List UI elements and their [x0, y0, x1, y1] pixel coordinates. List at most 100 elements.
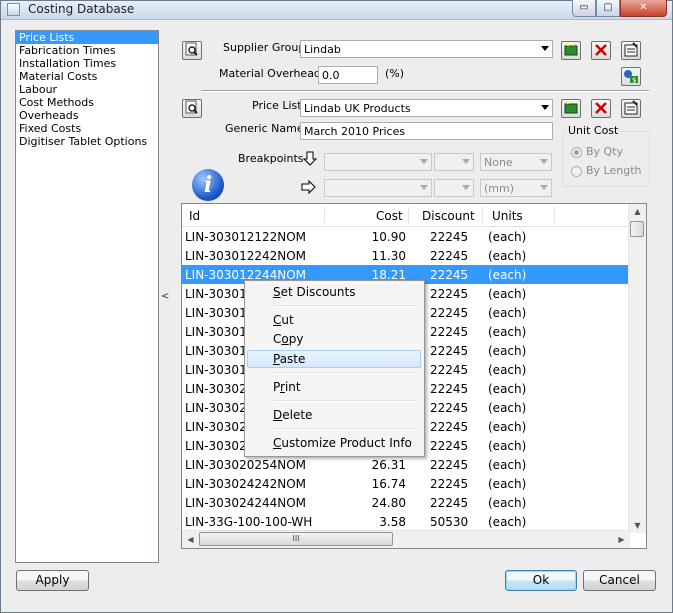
column-header-cost[interactable]: Cost	[376, 209, 403, 223]
section-divider	[201, 90, 649, 92]
breakpoint-length-from-select[interactable]	[324, 179, 432, 197]
chevron-down-icon	[462, 185, 470, 190]
add-supplier-button[interactable]	[561, 41, 581, 60]
magnifier-page-icon	[185, 100, 198, 114]
edit-supplier-button[interactable]	[621, 41, 641, 60]
cell-id: LIN-303024244NOM	[185, 496, 307, 510]
column-divider[interactable]	[324, 207, 325, 223]
cell-units: (each)	[488, 458, 527, 472]
menu-separator	[273, 428, 419, 430]
cell-discount: 22245	[430, 477, 469, 491]
nav-item-cost-methods[interactable]: Cost Methods	[16, 96, 158, 109]
breakpoint-qty-unit-select[interactable]: None	[480, 153, 552, 171]
nav-item-price-lists[interactable]: Price Lists	[16, 31, 158, 44]
supplier-group-select[interactable]: Lindab	[300, 40, 553, 58]
ok-button[interactable]: Ok	[505, 570, 577, 591]
breakpoint-length-op-select[interactable]	[434, 179, 474, 197]
delete-x-icon	[595, 102, 607, 114]
window-title: Costing Database	[28, 2, 135, 16]
nav-item-digitiser-tablet-options[interactable]: Digitiser Tablet Options	[16, 135, 158, 148]
price-list-select[interactable]: Lindab UK Products	[300, 99, 553, 117]
column-header-id[interactable]: Id	[189, 209, 200, 223]
by-qty-radio[interactable]	[571, 147, 582, 158]
apply-button[interactable]: Apply	[16, 570, 89, 591]
delete-price-list-button[interactable]	[591, 99, 611, 118]
breakpoint-length-unit-select[interactable]: (mm)	[480, 179, 552, 197]
menu-label-copy: Copy	[273, 332, 304, 346]
table-row[interactable]: LIN-303024244NOM 24.80 22245 (each)	[182, 493, 630, 512]
material-overheads-input[interactable]: 0.0	[318, 66, 378, 84]
nav-item-installation-times[interactable]: Installation Times	[16, 57, 158, 70]
cell-discount: 22245	[430, 401, 469, 415]
cell-units: (each)	[488, 325, 527, 339]
column-divider[interactable]	[554, 207, 555, 223]
table-row[interactable]: LIN-33G-100-100-WH 3.58 50530 (each)	[182, 512, 630, 531]
column-header-units[interactable]: Units	[492, 209, 523, 223]
chevron-down-icon	[462, 159, 470, 164]
panel-splitter[interactable]: <	[161, 291, 169, 302]
nav-item-fabrication-times[interactable]: Fabrication Times	[16, 44, 158, 57]
browse-price-list-button[interactable]	[182, 99, 202, 118]
cell-units: (each)	[488, 230, 527, 244]
breakpoint-qty-op-select[interactable]	[434, 153, 474, 171]
menu-item-set-discounts[interactable]: Set Discounts	[247, 283, 421, 301]
generic-name-input[interactable]: March 2010 Prices	[300, 122, 553, 140]
minimize-button[interactable]: ▭	[572, 0, 596, 17]
cell-id: LIN-303024242NOM	[185, 477, 307, 491]
cell-cost: 11.30	[371, 249, 406, 263]
menu-item-customize-product-info[interactable]: Customize Product Info	[247, 434, 421, 452]
context-menu: Set Discounts Cut Copy Paste Print Delet…	[244, 280, 425, 457]
nav-item-overheads[interactable]: Overheads	[16, 109, 158, 122]
material-overheads-value: 0.0	[322, 69, 340, 82]
chevron-down-icon	[540, 159, 548, 164]
title-bar[interactable]: Costing Database ▭ ▢ ✕	[1, 0, 672, 20]
scroll-down-icon[interactable]: ▼	[629, 521, 646, 530]
table-row[interactable]: LIN-303024242NOM 16.74 22245 (each)	[182, 474, 630, 493]
menu-item-paste[interactable]: Paste	[247, 350, 421, 368]
by-length-radio[interactable]	[571, 166, 582, 177]
menu-item-print[interactable]: Print	[247, 378, 421, 396]
menu-item-cut[interactable]: Cut	[247, 311, 421, 329]
scroll-right-icon[interactable]: ▶	[613, 535, 630, 544]
horizontal-scroll-thumb[interactable]: III	[199, 532, 393, 546]
supplier-currency-button[interactable]: $	[621, 67, 641, 86]
price-list-label: Price List	[252, 99, 302, 112]
menu-item-delete[interactable]: Delete	[247, 406, 421, 424]
vertical-scrollbar[interactable]: ▲ ▼	[628, 204, 646, 533]
scroll-up-icon[interactable]: ▲	[629, 207, 646, 216]
column-divider[interactable]	[482, 207, 483, 223]
cell-units: (each)	[488, 515, 527, 529]
nav-item-material-costs[interactable]: Material Costs	[16, 70, 158, 83]
delete-supplier-button[interactable]	[591, 41, 611, 60]
close-button[interactable]: ✕	[620, 0, 667, 17]
price-list-value: Lindab UK Products	[304, 102, 411, 115]
maximize-button[interactable]: ▢	[596, 0, 620, 17]
table-row[interactable]: LIN-303012242NOM 11.30 22245 (each)	[182, 246, 630, 265]
unit-cost-group	[562, 131, 650, 187]
table-row[interactable]: LIN-303012122NOM 10.90 22245 (each)	[182, 227, 630, 246]
vertical-scroll-thumb[interactable]	[630, 221, 644, 237]
category-list[interactable]: Price Lists Fabrication Times Installati…	[15, 30, 159, 563]
column-header-discount[interactable]: Discount	[422, 209, 475, 223]
breakpoint-qty-from-select[interactable]	[324, 153, 432, 171]
table-row[interactable]: LIN-303020254NOM 26.31 22245 (each)	[182, 455, 630, 474]
magnifier-page-icon	[185, 42, 198, 56]
nav-item-fixed-costs[interactable]: Fixed Costs	[16, 122, 158, 135]
horizontal-scrollbar[interactable]: ◀ III ▶	[182, 530, 630, 548]
cell-discount: 22245	[430, 458, 469, 472]
browse-supplier-button[interactable]	[182, 41, 202, 60]
info-icon[interactable]: i	[192, 169, 224, 201]
cell-discount: 22245	[430, 382, 469, 396]
cancel-button[interactable]: Cancel	[583, 570, 656, 591]
chevron-down-icon	[420, 185, 428, 190]
nav-item-labour[interactable]: Labour	[16, 83, 158, 96]
scroll-left-icon[interactable]: ◀	[182, 535, 199, 544]
properties-icon	[624, 100, 638, 115]
overheads-unit-label: (%)	[385, 67, 405, 80]
menu-item-copy[interactable]: Copy	[247, 330, 421, 348]
breakpoint-length-unit-value: (mm)	[484, 182, 515, 195]
add-price-list-button[interactable]	[561, 99, 581, 118]
supplier-group-value: Lindab	[304, 43, 341, 56]
price-list-properties-button[interactable]	[621, 99, 641, 118]
column-divider[interactable]	[408, 207, 409, 223]
